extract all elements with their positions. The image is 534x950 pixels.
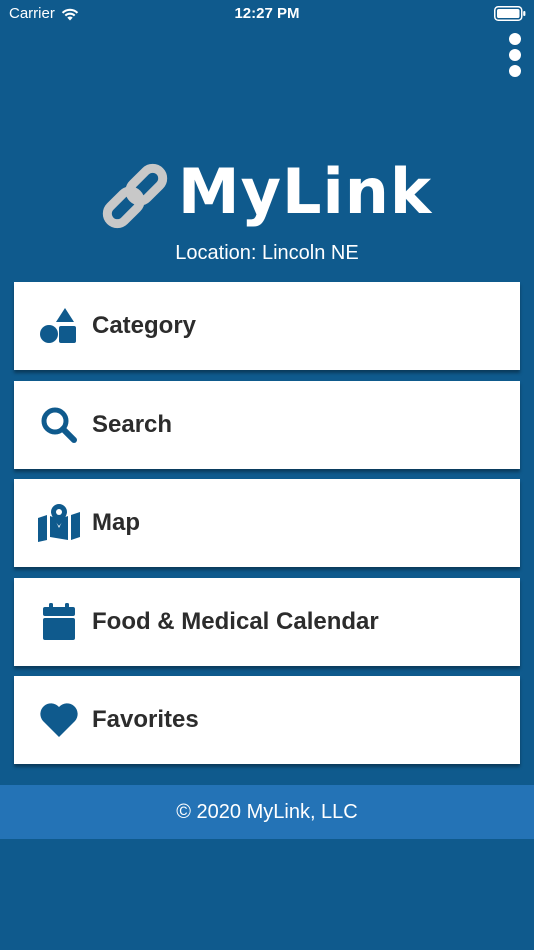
menu-item-label: Search — [92, 410, 173, 438]
link-icon — [102, 163, 168, 229]
menu-item-category[interactable]: Category — [14, 282, 520, 370]
menu-item-label: Map — [92, 509, 140, 536]
logo-text: MyLink — [177, 154, 433, 228]
menu-item-label: Favorites — [92, 706, 199, 733]
home-screen: Carrier 12:27 PM MyLink Location: Lincol… — [0, 0, 534, 950]
menu-item-label: Category — [92, 312, 197, 339]
app-logo: MyLink — [0, 148, 534, 234]
map-icon — [36, 500, 82, 546]
copyright-text: © 2020 MyLink, LLC — [176, 800, 358, 823]
status-time: 12:27 PM — [234, 5, 300, 22]
more-options-button[interactable] — [504, 33, 526, 77]
more-dot — [509, 65, 521, 77]
more-vertical-icon — [509, 33, 521, 45]
shapes-icon — [36, 303, 82, 349]
calendar-icon — [36, 599, 82, 645]
menu-item-favorites[interactable]: Favorites — [14, 676, 520, 764]
menu-item-label: Food & Medical Calendar — [92, 607, 379, 635]
menu-item-search[interactable]: Search — [14, 380, 520, 469]
status-bar: Carrier 12:27 PM — [0, 0, 534, 28]
search-icon — [36, 402, 82, 448]
main-menu: Category Search Map Food & Medical Calen… — [14, 282, 520, 775]
more-dot — [509, 49, 521, 61]
menu-item-calendar[interactable]: Food & Medical Calendar — [14, 577, 520, 666]
copyright-footer: © 2020 MyLink, LLC — [0, 785, 534, 839]
menu-item-map[interactable]: Map — [14, 479, 520, 567]
battery-icon — [494, 6, 526, 25]
heart-icon — [36, 697, 82, 743]
location-label: Location: Lincoln NE — [175, 242, 359, 264]
